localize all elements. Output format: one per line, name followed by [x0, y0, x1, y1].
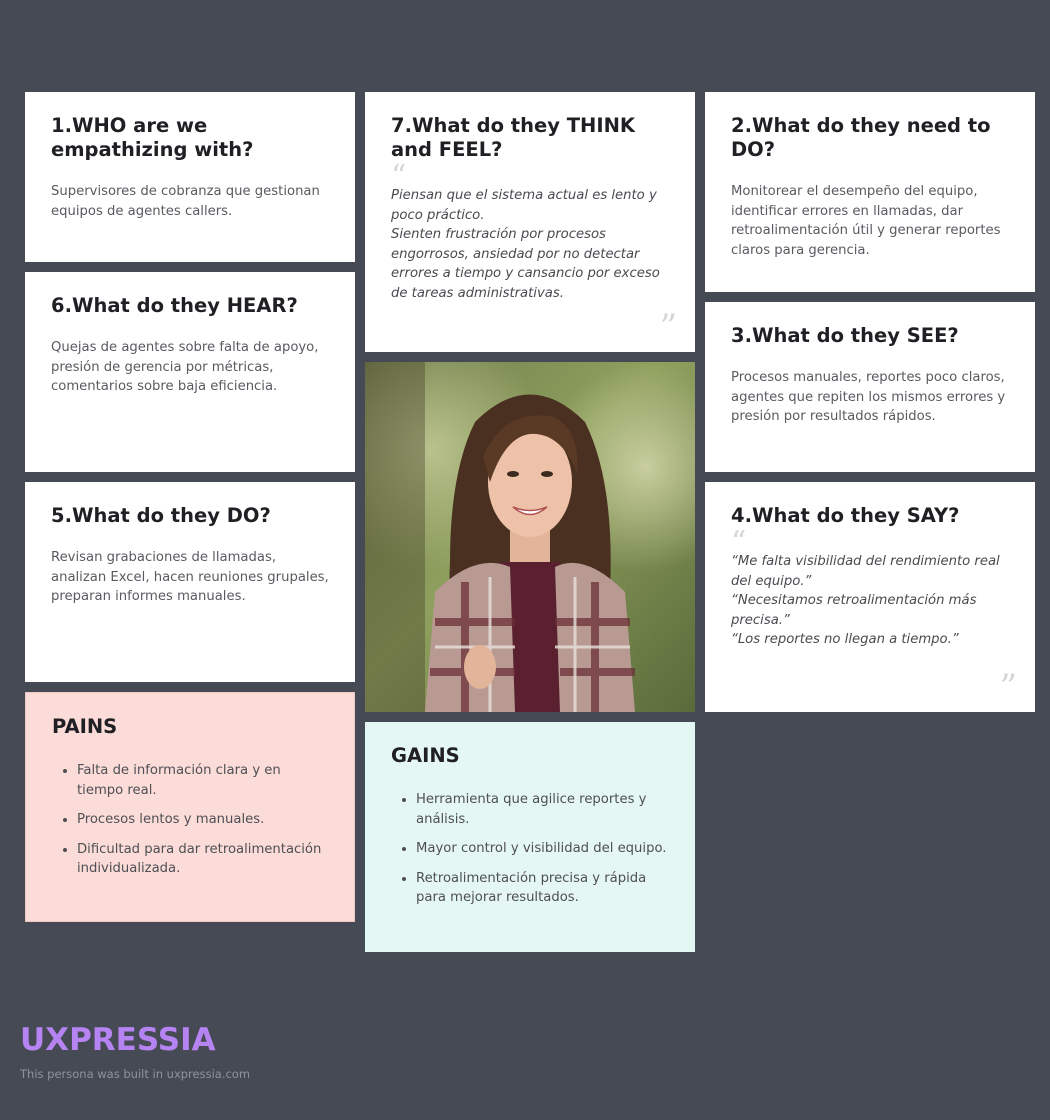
- uxpressia-logo[interactable]: UXPRESSIA: [20, 1022, 216, 1058]
- see-card: 3.What do they SEE? Procesos manuales, r…: [705, 302, 1035, 472]
- say-line: “Necesitamos retroalimentación más preci…: [731, 593, 977, 628]
- think-feel-line: Sienten frustración por procesos engorro…: [391, 227, 660, 301]
- persona-photo-illustration: [365, 362, 695, 712]
- think-feel-line: Piensan que el sistema actual es lento y…: [391, 188, 657, 223]
- gains-item: Herramienta que agilice reportes y análi…: [416, 790, 669, 829]
- see-title: 3.What do they SEE?: [731, 324, 959, 347]
- do-title: 5.What do they DO?: [51, 504, 271, 527]
- gains-item: Retroalimentación precisa y rápida para …: [416, 869, 669, 908]
- say-card: 4.What do they SAY? “ “Me falta visibili…: [705, 482, 1035, 712]
- pains-item: Falta de información clara y en tiempo r…: [77, 761, 328, 800]
- do-card: 5.What do they DO? Revisan grabaciones d…: [25, 482, 355, 682]
- need-do-card: 2.What do they need to DO? Monitorear el…: [705, 92, 1035, 292]
- pains-card: PAINS Falta de información clara y en ti…: [25, 692, 355, 922]
- gains-item: Mayor control y visibilidad del equipo.: [416, 839, 669, 859]
- need-do-text: Monitorear el desempeño del equipo, iden…: [731, 184, 1001, 258]
- need-do-title: 2.What do they need to DO?: [731, 114, 991, 161]
- pains-item: Dificultad para dar retroalimentación in…: [77, 840, 328, 879]
- say-title: 4.What do they SAY?: [731, 504, 960, 527]
- hear-title: 6.What do they HEAR?: [51, 294, 298, 317]
- say-line: “Los reportes no llegan a tiempo.”: [731, 632, 959, 647]
- gains-list: Herramienta que agilice reportes y análi…: [391, 790, 669, 908]
- see-text: Procesos manuales, reportes poco claros,…: [731, 370, 1006, 424]
- footer-credit: This persona was built in uxpressia.com: [20, 1067, 251, 1081]
- gains-card: GAINS Herramienta que agilice reportes y…: [365, 722, 695, 952]
- open-quote-icon: “: [391, 159, 407, 194]
- pains-item: Procesos lentos y manuales.: [77, 810, 328, 830]
- close-quote-icon: ”: [659, 307, 677, 347]
- persona-photo: [365, 362, 695, 712]
- think-feel-text: Piensan que el sistema actual es lento y…: [391, 186, 669, 303]
- pains-list: Falta de información clara y en tiempo r…: [52, 761, 328, 879]
- close-quote-icon: ”: [999, 667, 1017, 707]
- do-text: Revisan grabaciones de llamadas, analiza…: [51, 550, 329, 604]
- who-text: Supervisores de cobranza que gestionan e…: [51, 184, 320, 219]
- say-line: “Me falta visibilidad del rendimiento re…: [731, 554, 1000, 589]
- open-quote-icon: “: [731, 525, 747, 560]
- say-text: “Me falta visibilidad del rendimiento re…: [731, 552, 1009, 650]
- pains-title: PAINS: [52, 715, 118, 738]
- gains-title: GAINS: [391, 744, 460, 767]
- hear-text: Quejas de agentes sobre falta de apoyo, …: [51, 340, 319, 394]
- think-feel-title: 7.What do they THINK and FEEL?: [391, 114, 636, 161]
- who-title: 1.WHO are we empathizing with?: [51, 114, 254, 161]
- think-feel-card: 7.What do they THINK and FEEL? “ Piensan…: [365, 92, 695, 352]
- who-card: 1.WHO are we empathizing with? Superviso…: [25, 92, 355, 262]
- hear-card: 6.What do they HEAR? Quejas de agentes s…: [25, 272, 355, 472]
